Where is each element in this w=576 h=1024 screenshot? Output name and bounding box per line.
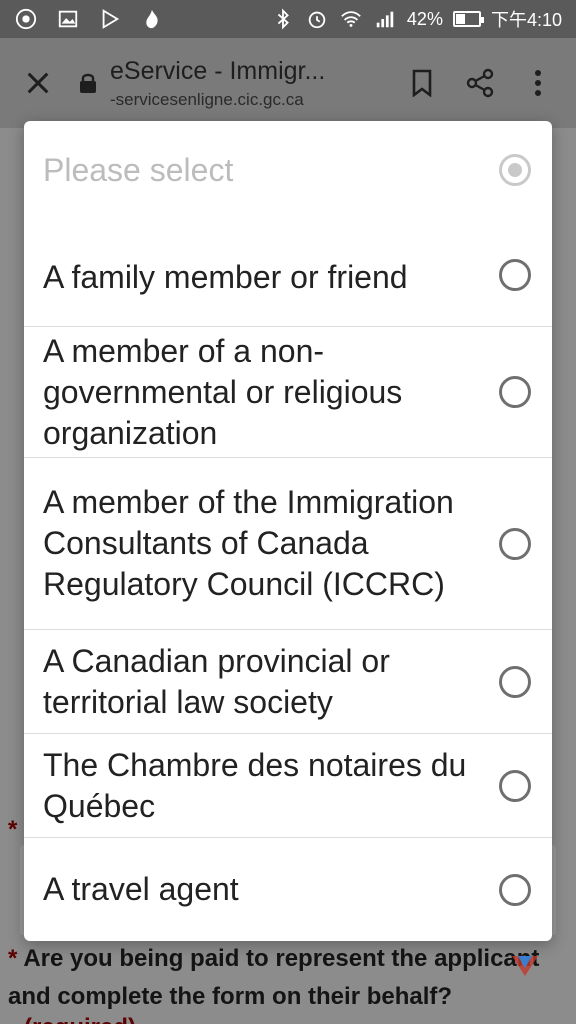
required-note: (required) xyxy=(24,1014,136,1024)
wifi-icon xyxy=(339,7,363,31)
option-label: The Chambre des notaires du Québec xyxy=(43,746,467,824)
watermark-logo-icon xyxy=(512,956,538,976)
share-button[interactable] xyxy=(464,67,496,99)
option-please-select[interactable]: Please select xyxy=(24,121,552,223)
image-icon xyxy=(56,7,80,31)
battery-fill xyxy=(455,14,466,24)
option-label: A member of a non-governmental or religi… xyxy=(43,332,403,451)
option-label: A family member or friend xyxy=(43,259,408,295)
radio-icon[interactable] xyxy=(499,376,531,408)
option-chambre-notaires[interactable]: The Chambre des notaires du Québec xyxy=(24,734,552,838)
option-family-member[interactable]: A family member or friend xyxy=(24,223,552,327)
radio-icon[interactable] xyxy=(499,258,531,291)
radio-icon[interactable] xyxy=(499,873,531,906)
radio-icon[interactable] xyxy=(499,527,531,560)
browser-toolbar: eService - Immigr... -servicesenligne.ci… xyxy=(0,38,576,128)
share-icon xyxy=(466,68,494,98)
flame-icon xyxy=(140,7,164,31)
option-travel-agent[interactable]: A travel agent xyxy=(24,838,552,941)
close-icon xyxy=(27,72,49,94)
option-law-society[interactable]: A Canadian provincial or territorial law… xyxy=(24,630,552,734)
page-url: -servicesenligne.cic.gc.ca xyxy=(110,89,304,109)
option-iccrc-member[interactable]: A member of the Immigration Consultants … xyxy=(24,458,552,630)
lock-icon xyxy=(76,71,100,95)
signal-icon xyxy=(373,7,397,31)
chrome-icon xyxy=(14,7,38,31)
status-bar: 42% 下午4:10 xyxy=(0,0,576,38)
more-options-button[interactable] xyxy=(522,67,554,99)
option-label: A travel agent xyxy=(43,871,239,907)
option-label: Please select xyxy=(43,151,234,188)
bookmark-icon xyxy=(412,69,432,97)
bluetooth-icon xyxy=(271,7,295,31)
bookmark-button[interactable] xyxy=(406,67,438,99)
select-dialog: Please select A family member or friend … xyxy=(24,121,552,941)
radio-icon[interactable] xyxy=(499,769,531,802)
more-vert-icon xyxy=(535,70,541,96)
option-label: A Canadian provincial or territorial law… xyxy=(43,642,390,720)
play-store-icon xyxy=(98,7,122,31)
page-title-area[interactable]: eService - Immigr... -servicesenligne.ci… xyxy=(110,57,350,110)
radio-selected-icon[interactable] xyxy=(499,154,531,186)
required-asterisk: * xyxy=(8,816,18,843)
required-asterisk: * xyxy=(8,945,18,972)
clock: 下午4:10 xyxy=(490,10,562,30)
close-tab-button[interactable] xyxy=(0,38,76,128)
page-title: eService - Immigr... xyxy=(110,56,326,85)
alarm-icon xyxy=(305,7,329,31)
question-text: Are you being paid to represent the appl… xyxy=(8,945,540,1010)
option-label: A member of the Immigration Consultants … xyxy=(43,484,454,602)
battery-icon xyxy=(452,11,484,27)
battery-percent: 42% xyxy=(406,8,443,29)
radio-icon[interactable] xyxy=(499,665,531,698)
option-ngo-member[interactable]: A member of a non-governmental or religi… xyxy=(24,327,552,458)
paid-representation-question: * Are you being paid to represent the app… xyxy=(8,940,568,1016)
